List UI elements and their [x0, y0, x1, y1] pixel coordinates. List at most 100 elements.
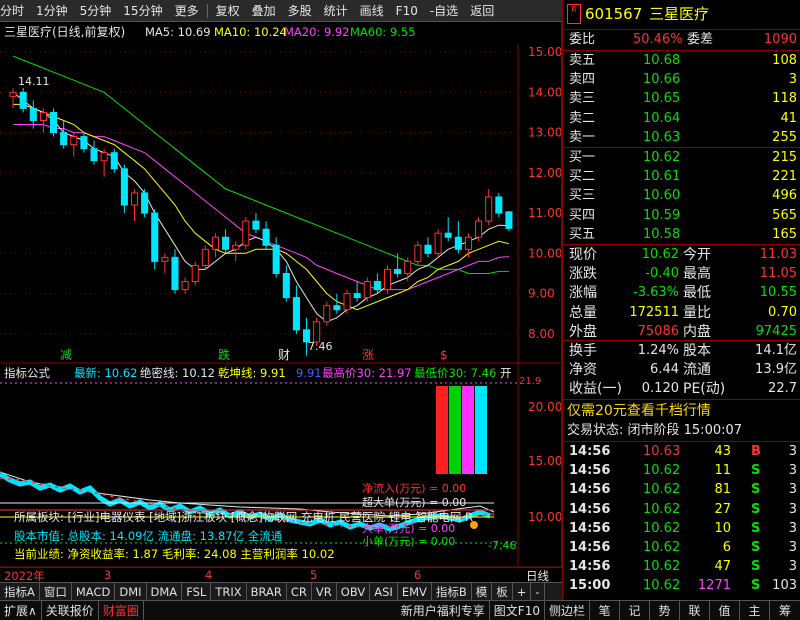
- bid-price: 10.61: [643, 169, 681, 185]
- toolbar-more[interactable]: 更多: [169, 0, 205, 22]
- tick-row: 14:56 10.62 81 S 3: [563, 480, 800, 500]
- bid-volume: 221: [772, 169, 797, 185]
- tab-vr[interactable]: VR: [312, 582, 337, 601]
- candle: [485, 188, 493, 226]
- tab-indicator-a[interactable]: 指标A: [0, 582, 40, 601]
- candle: [424, 237, 432, 258]
- status-wealth-circle[interactable]: 财富圈: [99, 600, 144, 620]
- candle: [505, 211, 513, 232]
- panel-tab-zhu[interactable]: 主: [740, 600, 770, 620]
- toolbar-huaxian[interactable]: 画线: [354, 0, 390, 22]
- toolbar-tab-1min[interactable]: 1分钟: [30, 0, 74, 22]
- status-expand[interactable]: 扩展∧: [0, 600, 42, 620]
- tick-volume: 1271: [697, 578, 731, 594]
- toolbar-f10[interactable]: F10: [390, 0, 424, 22]
- tab-ban[interactable]: 板: [492, 582, 513, 601]
- tab-window[interactable]: 窗口: [40, 582, 72, 601]
- bid-row: 买一 10.62 215: [563, 148, 800, 168]
- promo-text[interactable]: 仅需20元查看千档行情: [567, 401, 711, 421]
- stat-label: 最低: [683, 285, 711, 302]
- candle: [201, 245, 209, 270]
- tick-row: 14:56 10.62 6 S 3: [563, 538, 800, 558]
- fundamental-value: 14.1亿: [755, 343, 797, 358]
- tab-indicator-b[interactable]: 指标B: [432, 582, 472, 601]
- status-sidebar[interactable]: 侧边栏: [545, 600, 590, 620]
- add-pane-button[interactable]: +: [513, 582, 532, 601]
- indicator-axis-top: 21.9: [519, 376, 541, 387]
- status-new-user[interactable]: 新用户福利专享: [397, 600, 490, 620]
- panel-tab-chou[interactable]: 筹: [770, 601, 800, 620]
- tab-dma[interactable]: DMA: [147, 582, 183, 601]
- tick-price: 10.62: [643, 578, 681, 594]
- tab-cr[interactable]: CR: [287, 582, 312, 601]
- candle-body: [485, 196, 493, 222]
- toolbar-tab-15min[interactable]: 15分钟: [117, 0, 168, 22]
- stat-label: 量比: [683, 304, 711, 321]
- tick-side: S: [751, 578, 761, 594]
- tick-count: 3: [788, 444, 797, 459]
- candle: [444, 217, 452, 242]
- toolbar-fuquan[interactable]: 复权: [210, 0, 246, 22]
- tab-trix[interactable]: TRIX: [211, 582, 247, 601]
- tab-macd[interactable]: MACD: [72, 582, 116, 601]
- tab-mo[interactable]: 模: [472, 582, 493, 601]
- panel-tab-zhi[interactable]: 值: [710, 600, 740, 620]
- bid-level-label: 买二: [569, 169, 596, 185]
- candle: [343, 289, 351, 314]
- candle: [100, 148, 108, 177]
- status-related-quote[interactable]: 关联报价: [42, 600, 99, 620]
- toolbar-tab-5min[interactable]: 5分钟: [74, 0, 118, 22]
- price-tick-label: 8.00: [528, 327, 555, 341]
- tab-brar[interactable]: BRAR: [247, 582, 287, 601]
- tab-obv[interactable]: OBV: [337, 582, 371, 601]
- indicator-axis-low: -7.46: [488, 539, 516, 552]
- toolbar-tongji[interactable]: 统计: [318, 0, 354, 22]
- bid-volume: 165: [772, 226, 797, 242]
- panel-tab-shi[interactable]: 势: [650, 600, 680, 620]
- candle: [272, 237, 280, 278]
- tab-asi[interactable]: ASI: [370, 582, 398, 601]
- candle-body: [110, 152, 118, 170]
- status-f10[interactable]: 图文F10: [490, 600, 545, 620]
- stat-label: 最高: [683, 266, 711, 283]
- toolbar-tab-fenshi[interactable]: 分时: [0, 0, 30, 22]
- promo-row[interactable]: 仅需20元查看千档行情: [563, 401, 800, 421]
- stat-row: 涨幅 -3.63% 最低 10.55: [563, 283, 800, 303]
- panel-tab-lian[interactable]: 联: [680, 600, 710, 620]
- candle-body: [60, 132, 68, 146]
- stat-label: 涨幅: [569, 285, 597, 302]
- candle-body: [373, 281, 381, 291]
- tab-dmi[interactable]: DMI: [115, 582, 147, 601]
- tick-volume: 10: [714, 520, 731, 536]
- stat-value: 75086: [637, 323, 679, 339]
- candle-body: [434, 232, 442, 254]
- toolbar-back[interactable]: 返回: [464, 0, 500, 22]
- stat-label: 总量: [569, 304, 597, 321]
- chart-svg[interactable]: 三星医疗(日线,前复权) MA5: 10.69 MA10: 10.24 MA20…: [0, 22, 561, 567]
- ask-volume: 108: [772, 53, 797, 68]
- candle: [333, 293, 341, 314]
- quote-panel: R 601567 三星医疗 委比 50.46% 委差 1090 卖五 10.68 1…: [562, 0, 800, 600]
- tick-count: 3: [788, 540, 797, 555]
- ma-lines: [12, 55, 510, 323]
- chart-area[interactable]: 三星医疗(日线,前复权) MA5: 10.69 MA10: 10.24 MA20…: [0, 22, 562, 567]
- toolbar-diejia[interactable]: 叠加: [246, 0, 282, 22]
- candle-body: [333, 305, 341, 311]
- remove-pane-button[interactable]: -: [531, 582, 545, 601]
- toolbar-zixuan[interactable]: -自选: [424, 0, 464, 22]
- ask-level-label: 卖五: [569, 53, 596, 68]
- candle: [181, 277, 189, 294]
- ma20-line: [13, 124, 509, 291]
- price-tick-label: 9.00: [528, 287, 555, 301]
- panel-tab-bi[interactable]: 笔: [590, 600, 620, 620]
- tab-emv[interactable]: EMV: [398, 582, 432, 601]
- tick-count: 3: [788, 559, 797, 575]
- candle: [262, 221, 270, 250]
- toolbar-duogu[interactable]: 多股: [282, 0, 318, 22]
- trade-status-row: 交易状态: 闭市阶段 15:00:07: [563, 421, 800, 441]
- fundamental-label: 净资: [569, 362, 597, 379]
- panel-tab-ji[interactable]: 记: [620, 600, 650, 620]
- candle: [383, 265, 392, 294]
- stock-code: 601567: [585, 5, 643, 23]
- tab-fsl[interactable]: FSL: [182, 582, 212, 601]
